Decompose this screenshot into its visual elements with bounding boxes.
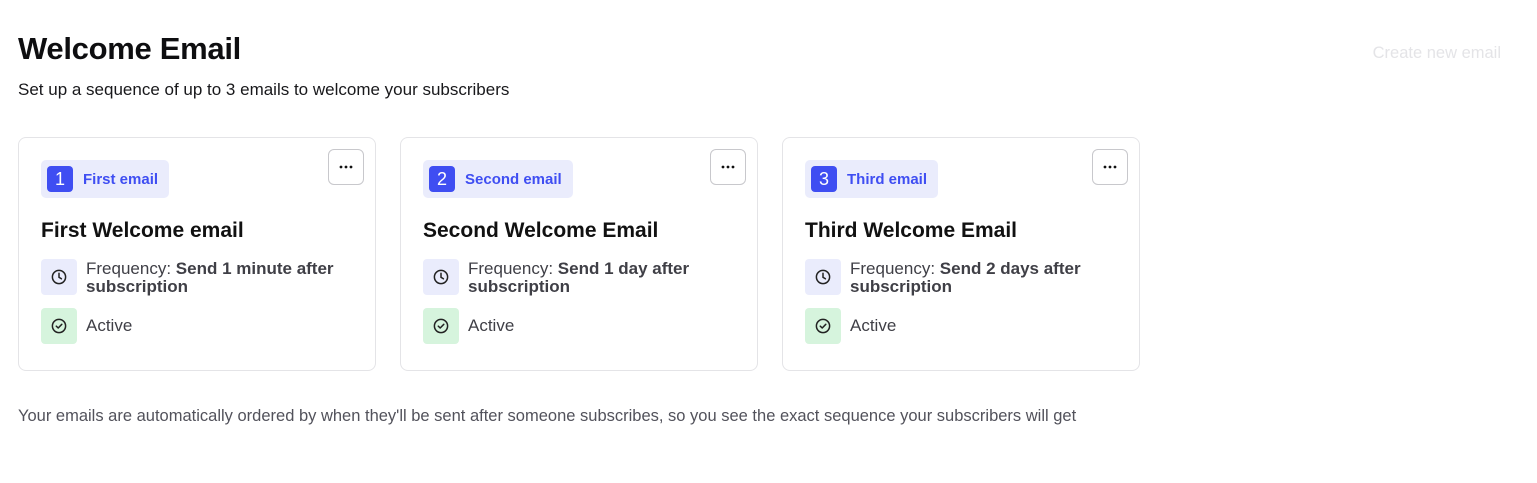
clock-icon [41, 259, 77, 295]
frequency-text: Frequency: Send 1 minute after subscript… [86, 259, 353, 296]
more-options-button[interactable] [710, 149, 746, 185]
status-text: Active [850, 316, 897, 335]
email-card[interactable]: 3 Third email Third Welcome Email Freque… [782, 137, 1140, 371]
frequency-row: Frequency: Send 2 days after subscriptio… [805, 259, 1117, 296]
frequency-text: Frequency: Send 1 day after subscription [468, 259, 735, 296]
check-circle-icon [41, 308, 77, 344]
frequency-label: Frequency: [86, 259, 172, 278]
frequency-text: Frequency: Send 2 days after subscriptio… [850, 259, 1117, 296]
status-text: Active [86, 316, 133, 335]
status-row: Active [41, 308, 353, 344]
status-text: Active [468, 316, 515, 335]
email-title: First Welcome email [41, 219, 244, 242]
status-row: Active [423, 308, 735, 344]
more-horizontal-icon [339, 165, 353, 169]
clock-icon [805, 259, 841, 295]
more-options-button[interactable] [328, 149, 364, 185]
frequency-row: Frequency: Send 1 day after subscription [423, 259, 735, 296]
create-new-email-button[interactable]: Create new email [1373, 44, 1501, 63]
frequency-label: Frequency: [468, 259, 554, 278]
email-order-label: Third email [847, 170, 928, 188]
email-order-number: 2 [429, 166, 455, 192]
email-order-number: 1 [47, 166, 73, 192]
email-card[interactable]: 1 First email First Welcome email Freque… [18, 137, 376, 371]
clock-icon [423, 259, 459, 295]
page-title: Welcome Email [18, 31, 241, 66]
email-card[interactable]: 2 Second email Second Welcome Email Freq… [400, 137, 758, 371]
more-horizontal-icon [721, 165, 735, 169]
email-order-badge: 2 Second email [423, 160, 573, 198]
page-subtitle: Set up a sequence of up to 3 emails to w… [18, 80, 510, 99]
frequency-row: Frequency: Send 1 minute after subscript… [41, 259, 353, 296]
more-options-button[interactable] [1092, 149, 1128, 185]
email-order-badge: 3 Third email [805, 160, 939, 198]
email-title: Second Welcome Email [423, 219, 659, 242]
email-order-badge: 1 First email [41, 160, 170, 198]
email-title: Third Welcome Email [805, 219, 1017, 242]
email-order-label: Second email [465, 170, 562, 188]
more-horizontal-icon [1103, 165, 1117, 169]
frequency-label: Frequency: [850, 259, 936, 278]
welcome-email-page: Welcome Email Set up a sequence of up to… [0, 0, 1537, 483]
email-order-label: First email [83, 170, 159, 188]
email-order-number: 3 [811, 166, 837, 192]
check-circle-icon [423, 308, 459, 344]
status-row: Active [805, 308, 1117, 344]
check-circle-icon [805, 308, 841, 344]
email-cards: 1 First email First Welcome email Freque… [18, 137, 1140, 371]
ordering-footnote: Your emails are automatically ordered by… [18, 407, 1077, 425]
